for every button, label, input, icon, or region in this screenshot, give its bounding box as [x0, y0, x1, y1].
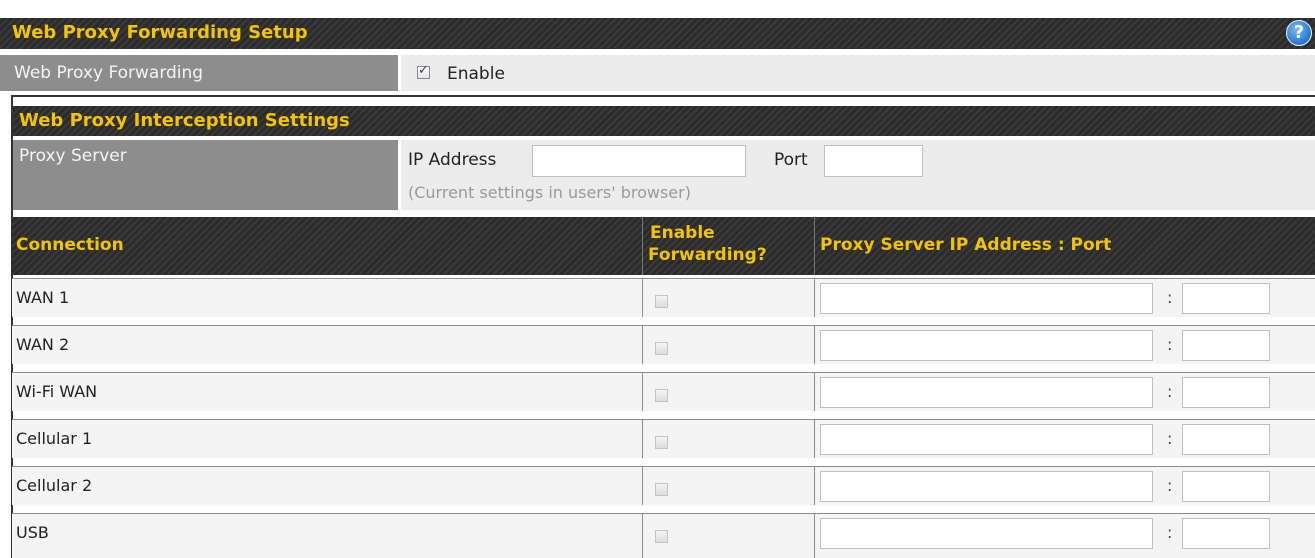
- proxy-ip-input[interactable]: [820, 377, 1153, 408]
- port-input[interactable]: [824, 145, 923, 177]
- ip-address-input[interactable]: [532, 145, 746, 177]
- ip-port-separator: :: [1167, 476, 1173, 495]
- table-row: USB :: [12, 513, 1315, 558]
- proxy-port-input[interactable]: [1182, 471, 1270, 502]
- proxy-port-input[interactable]: [1182, 283, 1270, 314]
- forwarding-checkbox-cell: [655, 479, 668, 499]
- row-divider: [642, 326, 643, 364]
- forwarding-checkbox[interactable]: [655, 388, 668, 402]
- connection-name: USB: [16, 523, 49, 542]
- enable-checkbox[interactable]: [417, 63, 430, 79]
- row-divider: [642, 279, 643, 317]
- table-row: Cellular 2 :: [12, 466, 1315, 505]
- ip-address-label: IP Address: [408, 150, 497, 170]
- proxy-port-input[interactable]: [1182, 330, 1270, 361]
- proxy-port-input[interactable]: [1182, 377, 1270, 408]
- proxy-server-label: Proxy Server: [19, 146, 127, 166]
- proxy-port-input[interactable]: [1182, 518, 1270, 549]
- proxy-server-label-cell: Proxy Server: [13, 140, 398, 210]
- proxy-ip-input[interactable]: [820, 518, 1153, 549]
- proxy-ip-input[interactable]: [820, 283, 1153, 314]
- row-divider: [814, 373, 815, 411]
- connection-name: Cellular 1: [16, 429, 93, 448]
- forwarding-checkbox[interactable]: [655, 294, 668, 308]
- row-divider: [814, 420, 815, 458]
- row-divider: [814, 326, 815, 364]
- row-divider: [642, 514, 643, 558]
- forwarding-checkbox-cell: [655, 526, 668, 546]
- forwarding-label: Web Proxy Forwarding: [14, 63, 204, 83]
- proxy-server-value-cell: IP Address Port (Current settings in use…: [401, 140, 1315, 210]
- interception-title: Web Proxy Interception Settings: [19, 110, 350, 131]
- header-connection: Connection: [16, 235, 124, 255]
- forwarding-checkbox-cell: [655, 338, 668, 358]
- enable-label: Enable: [447, 64, 505, 84]
- row-divider: [642, 373, 643, 411]
- header-enable-line1: Enable: [650, 223, 715, 243]
- ip-port-separator: :: [1167, 523, 1173, 542]
- table-row: Wi-Fi WAN :: [12, 372, 1315, 411]
- row-divider: [642, 467, 643, 505]
- forwarding-checkbox-cell: [655, 432, 668, 452]
- table-row: Cellular 1 :: [12, 419, 1315, 458]
- interception-header: Web Proxy Interception Settings: [13, 106, 1315, 136]
- ip-port-separator: :: [1167, 429, 1173, 448]
- row-divider: [814, 514, 815, 558]
- proxy-port-input[interactable]: [1182, 424, 1270, 455]
- forwarding-checkbox-cell: [655, 385, 668, 405]
- connection-name: WAN 1: [16, 288, 70, 307]
- ip-port-separator: :: [1167, 382, 1173, 401]
- table-row: WAN 1 :: [12, 278, 1315, 317]
- port-label: Port: [774, 150, 808, 170]
- forwarding-checkbox[interactable]: [655, 341, 668, 355]
- header-enable-forwarding: Enable Forwarding?: [648, 222, 767, 266]
- header-divider-2: [814, 217, 815, 275]
- header-enable-line2: Forwarding?: [648, 245, 767, 265]
- forwarding-checkbox[interactable]: [655, 435, 668, 449]
- forwarding-checkbox-cell: [655, 291, 668, 311]
- connection-name: Wi-Fi WAN: [16, 382, 98, 401]
- row-divider: [814, 279, 815, 317]
- browser-hint: (Current settings in users' browser): [408, 183, 691, 202]
- row-divider: [814, 467, 815, 505]
- forwarding-checkbox[interactable]: [655, 529, 668, 543]
- forwarding-checkbox[interactable]: [655, 482, 668, 496]
- proxy-ip-input[interactable]: [820, 471, 1153, 502]
- proxy-ip-input[interactable]: [820, 424, 1153, 455]
- header-divider-1: [642, 217, 643, 275]
- forwarding-value-cell: Enable: [401, 55, 1315, 91]
- ip-port-separator: :: [1167, 288, 1173, 307]
- row-divider: [642, 420, 643, 458]
- connection-name: Cellular 2: [16, 476, 93, 495]
- ip-port-separator: :: [1167, 335, 1173, 354]
- setup-title: Web Proxy Forwarding Setup: [12, 22, 308, 43]
- help-icon[interactable]: ?: [1286, 20, 1312, 46]
- table-row: WAN 2 :: [12, 325, 1315, 364]
- header-proxy-address: Proxy Server IP Address : Port: [820, 235, 1112, 255]
- table-header: Connection Enable Forwarding? Proxy Serv…: [12, 217, 1315, 275]
- proxy-ip-input[interactable]: [820, 330, 1153, 361]
- connection-name: WAN 2: [16, 335, 70, 354]
- setup-header: Web Proxy Forwarding Setup ?: [0, 18, 1315, 49]
- forwarding-label-cell: Web Proxy Forwarding: [0, 55, 398, 91]
